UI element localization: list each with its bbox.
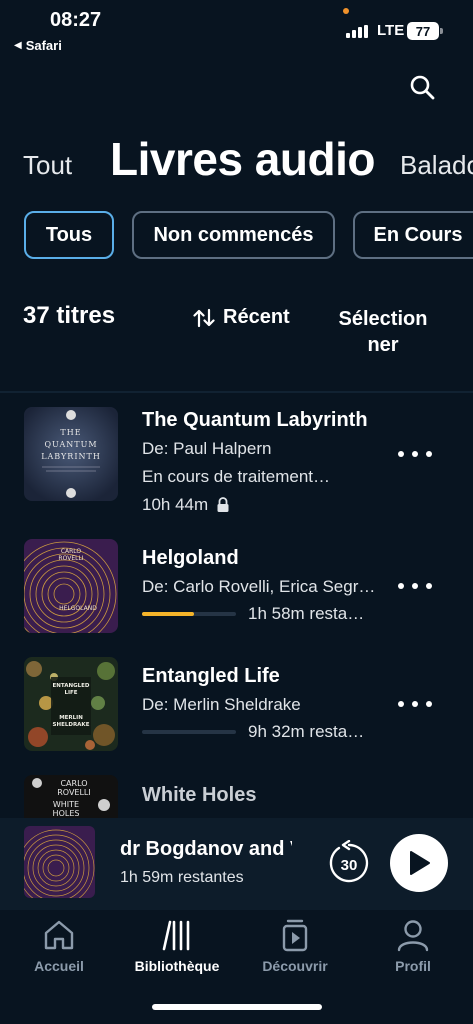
filter-non-commences[interactable]: Non commencés [132, 211, 335, 259]
nav-bibliotheque[interactable]: Bibliothèque [118, 918, 236, 998]
back-arrow-icon: ◀ [14, 40, 22, 51]
filter-tous[interactable]: Tous [24, 211, 114, 259]
battery-tip [440, 28, 443, 34]
cover-text: WHITE [53, 800, 79, 809]
book-cover-entangled-life[interactable]: ENTANGLED LIFE MERLIN SHELDRAKE [24, 657, 118, 751]
book-author: De: Merlin Sheldrake [142, 695, 301, 714]
cover-text: HOLES [53, 809, 80, 818]
cover-text: QUANTUM [44, 440, 97, 449]
play-icon [410, 851, 430, 875]
book-title[interactable]: Entangled Life [142, 665, 280, 688]
list-divider [0, 391, 473, 393]
cover-text: HELGOLAND [59, 605, 97, 612]
cover-text: THE [60, 428, 81, 437]
status-time: 08:27 [50, 9, 102, 31]
nav-accueil[interactable]: Accueil [0, 918, 118, 998]
mic-indicator-dot [343, 8, 349, 14]
back-to-app-link[interactable]: ◀ Safari [14, 38, 62, 53]
book-remaining: 9h 32m resta… [248, 722, 365, 741]
book-author: De: Carlo Rovelli, Erica Segr… [142, 577, 376, 596]
book-cover-helgoland[interactable]: CARLO ROVELLI HELGOLAND [24, 539, 118, 633]
titles-count: 37 titres [23, 302, 116, 329]
network-label: LTE [377, 22, 405, 39]
book-author: De: Paul Halpern [142, 439, 272, 458]
cover-text: ROVELLI [58, 555, 83, 562]
nav-label: Accueil [34, 958, 84, 974]
library-icon [162, 920, 190, 951]
book-title[interactable]: White Holes [142, 784, 256, 807]
nav-profil[interactable]: Profil [354, 918, 472, 998]
signal-icon [346, 25, 368, 38]
player-title[interactable]: dr Bogdanov and V [120, 838, 292, 861]
rewind-30-icon: 30 [329, 839, 369, 883]
cover-text: LABYRINTH [41, 452, 101, 461]
book-title[interactable]: The Quantum Labyrinth [142, 409, 368, 432]
cover-text: MERLIN [59, 715, 83, 721]
home-indicator [152, 1004, 322, 1010]
player-cover[interactable] [24, 826, 95, 898]
nav-label: Bibliothèque [134, 958, 220, 974]
cover-text: CARLO [61, 548, 82, 555]
tab-balado[interactable]: Balado [400, 150, 473, 181]
home-icon [44, 920, 74, 950]
progress-fill [142, 612, 194, 616]
more-options-button[interactable] [398, 694, 432, 714]
lock-icon [217, 497, 229, 512]
nav-label: Profil [395, 958, 431, 974]
cover-text: CARLO [60, 779, 87, 788]
book-cover-quantum-labyrinth[interactable]: THE QUANTUM LABYRINTH [24, 407, 118, 501]
cover-text: ROVELLI [57, 788, 91, 797]
sort-label: Récent [223, 306, 290, 328]
book-cover-white-holes[interactable]: CARLO ROVELLI WHITE HOLES [24, 775, 118, 818]
nav-label: Découvrir [262, 958, 328, 974]
more-options-button[interactable] [398, 444, 432, 464]
book-title[interactable]: Helgoland [142, 547, 239, 570]
cover-text: ENTANGLED [53, 683, 90, 689]
skip-seconds: 30 [341, 857, 358, 874]
battery-icon: 77 [407, 22, 439, 40]
sort-button[interactable]: Récent [193, 306, 290, 329]
cover-text: SHELDRAKE [53, 722, 90, 728]
book-duration-row: 10h 44m [142, 495, 230, 515]
select-button[interactable]: Sélectionner [333, 306, 433, 358]
back-app-label: Safari [25, 38, 62, 53]
profile-icon [397, 920, 429, 952]
tab-livres-audio[interactable]: Livres audio [110, 132, 375, 186]
book-duration: 10h 44m [142, 495, 209, 514]
sort-arrows-icon [193, 308, 215, 327]
tab-tout[interactable]: Tout [23, 150, 72, 181]
play-button[interactable] [390, 834, 448, 892]
cover-text: LIFE [64, 690, 77, 696]
player-remaining: 1h 59m restantes [120, 869, 244, 886]
filter-en-cours[interactable]: En Cours [353, 211, 473, 259]
more-options-button[interactable] [398, 576, 432, 596]
discover-icon [282, 919, 308, 952]
book-progress-bar [142, 612, 236, 616]
book-status: En cours de traitement… [142, 467, 331, 486]
book-progress-bar [142, 730, 236, 734]
search-icon [410, 75, 435, 100]
nav-decouvrir[interactable]: Découvrir [236, 918, 354, 998]
search-button[interactable] [405, 70, 439, 104]
book-remaining: 1h 58m resta… [248, 604, 365, 623]
skip-back-button[interactable]: 30 [326, 839, 372, 886]
